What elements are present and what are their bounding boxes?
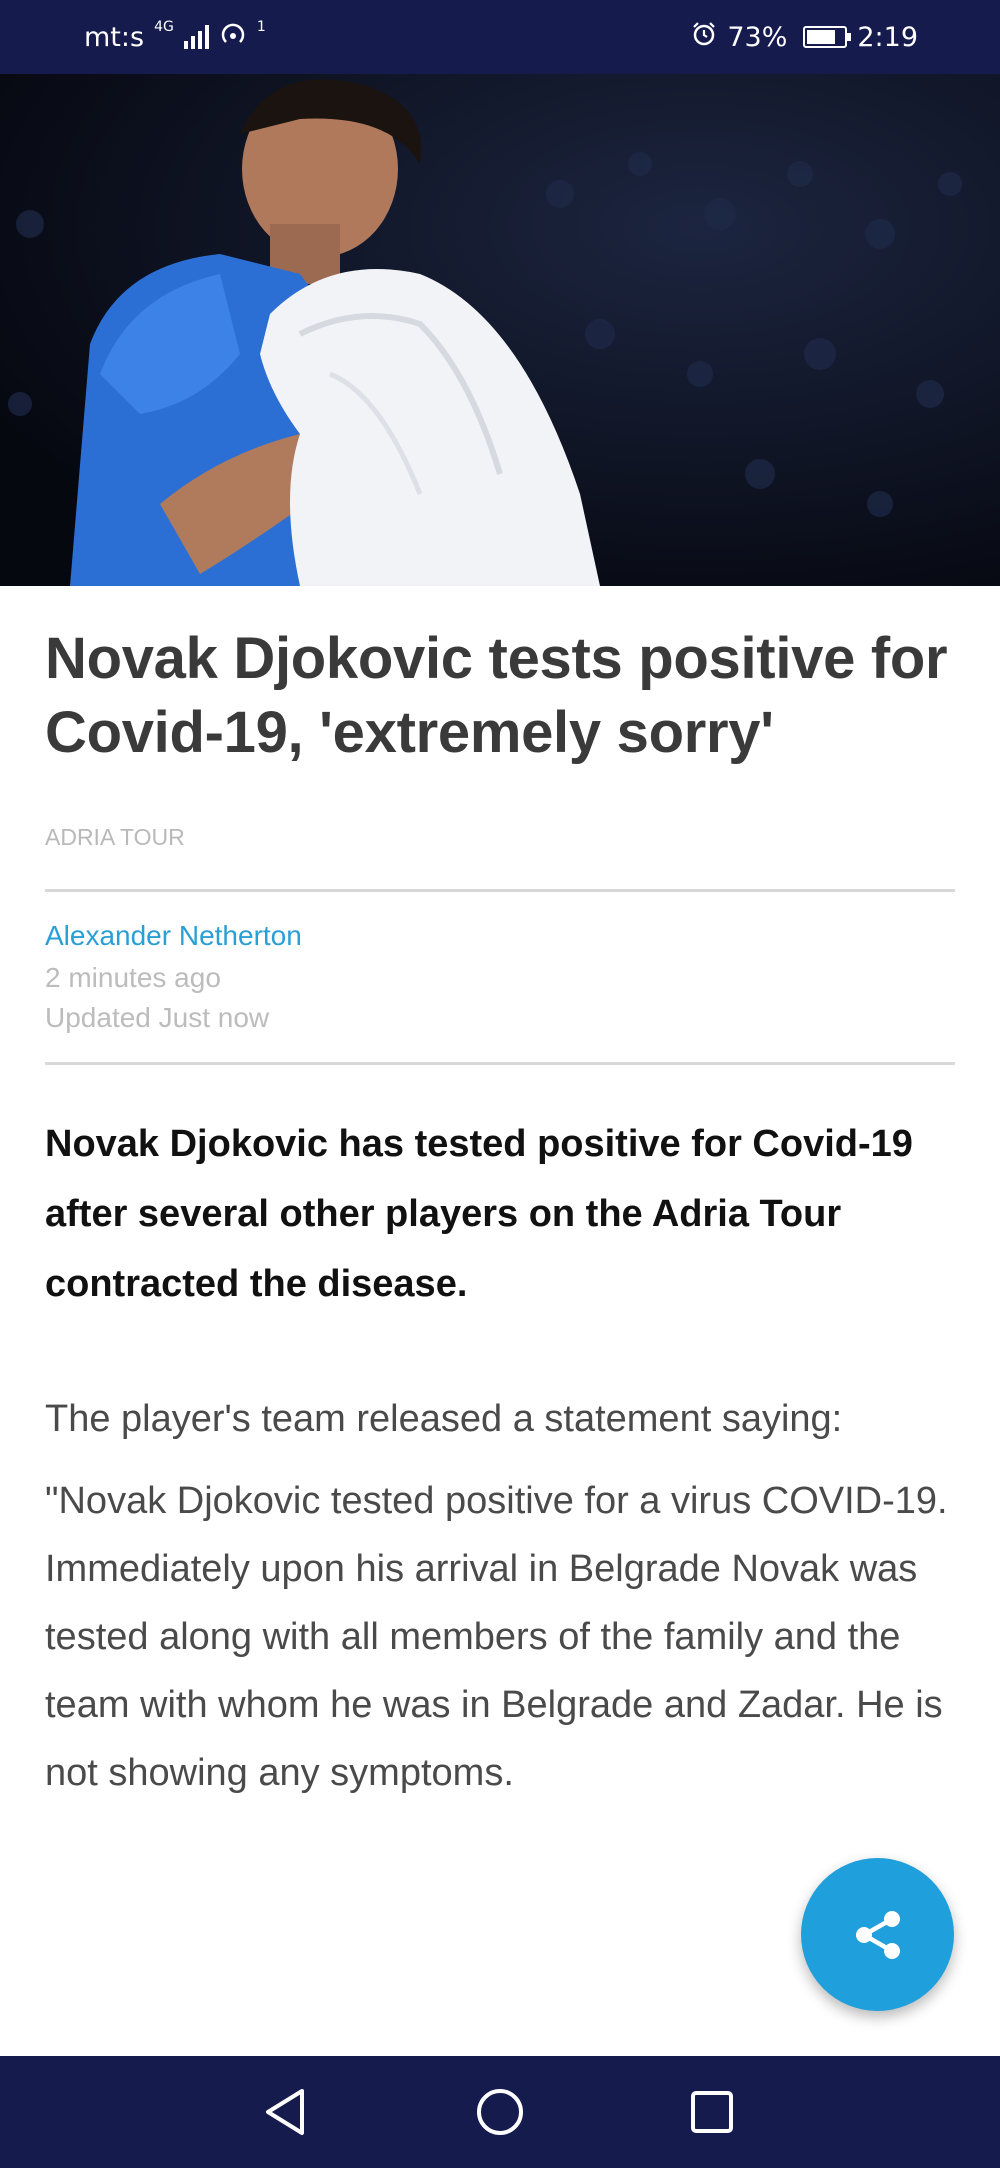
home-icon [477,2089,523,2135]
recents-icon [691,2091,733,2133]
updated-time: Updated Just now [45,1002,270,1033]
article-lead: Novak Djokovic has tested positive for C… [45,1123,913,1305]
battery-percent: 73% [727,21,788,53]
back-button[interactable] [259,2086,311,2138]
hotspot-icon [219,20,247,55]
system-nav-bar [0,2056,1000,2168]
signal-icon [183,25,209,49]
status-right: 73% 2:19 [691,21,918,54]
clock: 2:19 [857,21,918,53]
status-left: mt:s 4G 1 [84,19,266,55]
article-paragraph: "Novak Djokovic tested positive for a vi… [45,1480,948,1794]
network-type: 4G [154,19,174,35]
hero-image [0,74,1000,586]
status-bar: mt:s 4G 1 73% 2:19 [0,0,1000,74]
article-paragraph: The player's team released a statement s… [45,1398,843,1440]
published-time: 2 minutes ago [45,962,221,993]
article-headline: Novak Djokovic tests positive for Covid-… [45,626,948,765]
hotspot-count: 1 [256,19,266,35]
share-icon [855,1910,900,1959]
carrier-label: mt:s [84,21,145,53]
category-tag[interactable]: ADRIA TOUR [45,824,955,851]
alarm-icon [691,21,717,54]
divider [45,889,955,892]
home-button[interactable] [474,2086,526,2138]
divider [45,1062,955,1065]
back-icon [266,2089,304,2135]
article: Novak Djokovic tests positive for Covid-… [45,586,955,1807]
recents-button[interactable] [686,2086,738,2138]
share-button[interactable] [801,1858,954,2011]
author-link[interactable]: Alexander Netherton [45,920,955,952]
battery-icon [803,26,852,48]
